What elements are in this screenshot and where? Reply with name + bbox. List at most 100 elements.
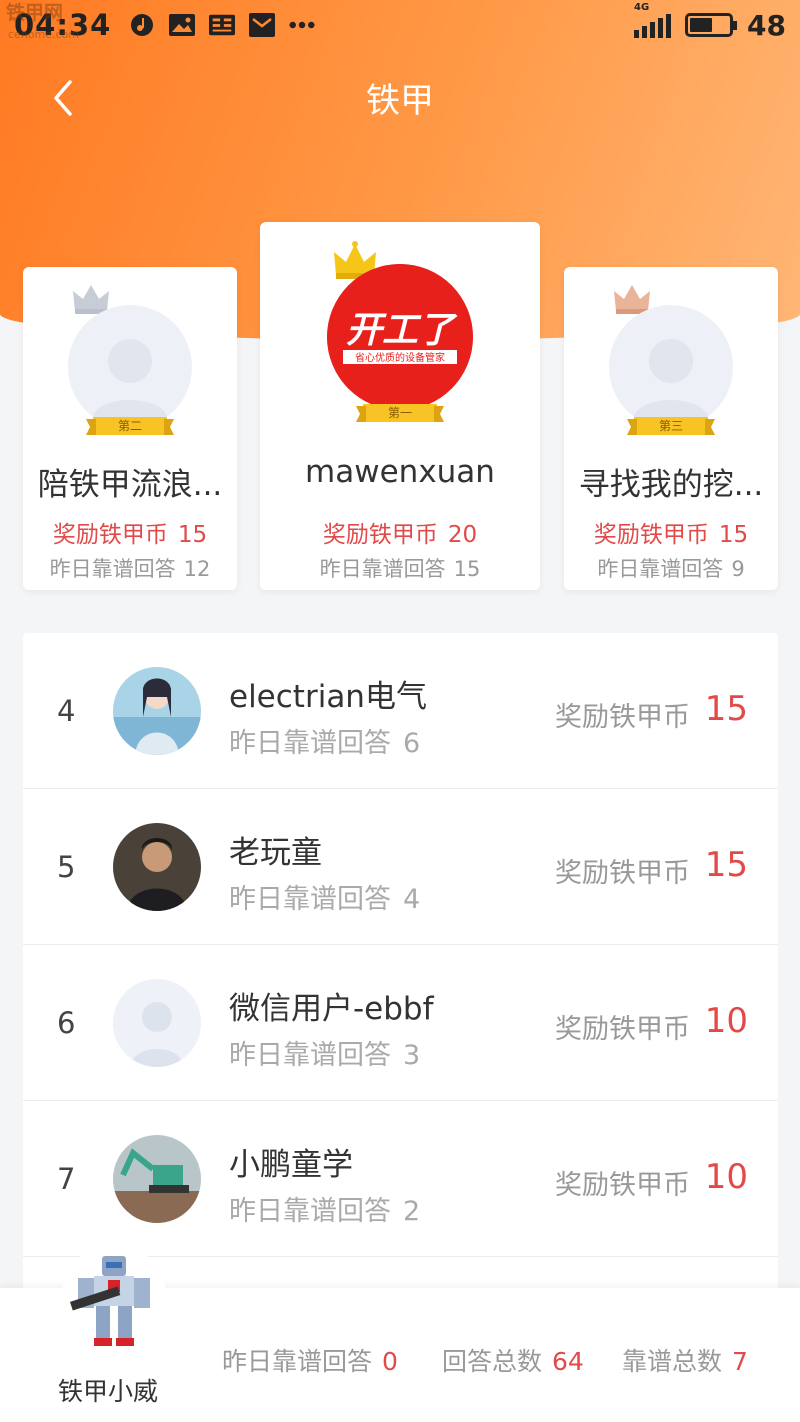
default-user-icon — [92, 339, 168, 421]
avatar — [113, 979, 201, 1067]
more-icon — [289, 12, 315, 38]
yesterday-label: 昨日靠谱回答 — [597, 557, 724, 581]
yesterday-count: 昨日靠谱回答 2 — [229, 1189, 420, 1228]
user-name: 小鹏童学 — [229, 1147, 353, 1183]
battery-icon — [685, 13, 738, 37]
news-icon — [209, 12, 236, 38]
watermark-logo: 铁甲网 — [6, 2, 64, 24]
reward-label: 奖励铁甲币 — [555, 1014, 690, 1045]
podium-name: 陪铁甲流浪... — [37, 467, 223, 503]
reward-value: 15 — [177, 522, 208, 548]
yesterday-value: 12 — [183, 557, 211, 581]
photo-icon — [169, 12, 196, 38]
yesterday-value: 3 — [403, 1040, 421, 1071]
reward-label: 奖励铁甲币 — [593, 522, 709, 548]
mail-icon — [249, 12, 276, 38]
list-item[interactable]: 6 微信用户-ebbf 昨日靠谱回答 3 奖励铁甲币 10 — [23, 945, 778, 1101]
podium-card-third[interactable]: 第三 寻找我的挖... 奖励铁甲币 15 昨日靠谱回答 9 — [564, 267, 778, 590]
stat-value: 0 — [382, 1347, 398, 1376]
ranking-list: 4 electrian电气 昨日靠谱回答 6 奖励铁甲币 15 5 老玩童 昨日靠… — [23, 633, 778, 1293]
avatar: 开工了 省心优质的设备管家 — [327, 264, 473, 410]
rank-ribbon: 第一 — [363, 404, 437, 422]
stat-value: 64 — [552, 1347, 584, 1376]
default-user-icon — [113, 979, 201, 1067]
podium-reward: 奖励铁甲币 20 — [260, 515, 540, 549]
user-name: 微信用户-ebbf — [229, 991, 434, 1027]
podium-yesterday: 昨日靠谱回答 12 — [23, 553, 237, 583]
yesterday-label: 昨日靠谱回答 — [229, 1040, 391, 1071]
status-bar: 铁甲网 cehome.com 04:34 4G 48 — [0, 0, 800, 50]
reward-value: 15 — [704, 845, 748, 885]
watermark-url: cehome.com — [8, 28, 79, 41]
logo-subtext: 省心优质的设备管家 — [355, 351, 445, 364]
yesterday-label: 昨日靠谱回答 — [229, 884, 391, 915]
reward-label: 奖励铁甲币 — [322, 522, 438, 548]
yesterday-label: 昨日靠谱回答 — [229, 1196, 391, 1227]
list-item[interactable]: 7 小鹏童学 昨日靠谱回答 2 奖励铁甲币 10 — [23, 1101, 778, 1257]
yesterday-label: 昨日靠谱回答 — [49, 557, 176, 581]
user-photo-icon — [113, 823, 201, 911]
reward-value: 20 — [447, 522, 478, 548]
rank-number: 7 — [57, 1162, 76, 1196]
avatar — [609, 305, 733, 429]
nav-bar: 铁甲 — [0, 62, 800, 132]
my-stats-bar: 铁甲小威 昨日靠谱回答 0 回答总数 64 靠谱总数 7 — [0, 1244, 800, 1422]
rank-number: 5 — [57, 850, 76, 884]
yesterday-count: 昨日靠谱回答 4 — [229, 877, 420, 916]
stat-value: 7 — [732, 1347, 748, 1376]
reward-label: 奖励铁甲币 — [555, 858, 690, 889]
podium-yesterday: 昨日靠谱回答 15 — [260, 553, 540, 583]
reward-value: 10 — [704, 1001, 748, 1041]
yesterday-value: 2 — [403, 1196, 421, 1227]
yesterday-value: 4 — [403, 884, 421, 915]
podium-reward: 奖励铁甲币 15 — [564, 515, 778, 549]
podium-card-second[interactable]: 第二 陪铁甲流浪... 奖励铁甲币 15 昨日靠谱回答 12 — [23, 267, 237, 590]
yesterday-label: 昨日靠谱回答 — [229, 728, 391, 759]
stat-label: 回答总数 — [442, 1347, 543, 1376]
back-button[interactable] — [44, 76, 88, 120]
rank-number: 6 — [57, 1006, 76, 1040]
reward-label: 奖励铁甲币 — [52, 522, 168, 548]
list-item[interactable]: 4 electrian电气 昨日靠谱回答 6 奖励铁甲币 15 — [23, 633, 778, 789]
robot-mascot-icon — [69, 1256, 150, 1346]
user-name: 老玩童 — [229, 835, 322, 871]
my-reliable-stat: 靠谱总数 7 — [622, 1342, 748, 1378]
my-yesterday-stat: 昨日靠谱回答 0 — [222, 1342, 398, 1378]
network-type: 4G — [634, 2, 650, 13]
reward-label: 奖励铁甲币 — [555, 702, 690, 733]
avatar — [113, 667, 201, 755]
reward-value: 15 — [718, 522, 749, 548]
stat-label: 昨日靠谱回答 — [222, 1347, 373, 1376]
reward-value: 15 — [704, 689, 748, 729]
rank-ribbon: 第二 — [93, 417, 167, 435]
yesterday-count: 昨日靠谱回答 3 — [229, 1033, 420, 1072]
avatar — [68, 305, 192, 429]
yesterday-value: 9 — [731, 557, 745, 581]
podium-yesterday: 昨日靠谱回答 9 — [564, 553, 778, 583]
list-item[interactable]: 5 老玩童 昨日靠谱回答 4 奖励铁甲币 15 — [23, 789, 778, 945]
yesterday-count: 昨日靠谱回答 6 — [229, 721, 420, 760]
podium-name: 寻找我的挖... — [578, 467, 764, 503]
podium-name: mawenxuan — [305, 454, 495, 490]
avatar — [113, 823, 201, 911]
my-name: 铁甲小威 — [58, 1377, 159, 1406]
yesterday-value: 6 — [403, 728, 421, 759]
chevron-left-icon — [54, 80, 72, 116]
user-name: electrian电气 — [229, 679, 427, 715]
kaigongle-logo: 开工了 省心优质的设备管家 — [327, 264, 473, 410]
battery-level: 48 — [747, 8, 786, 42]
reward-value: 10 — [704, 1157, 748, 1197]
my-total-stat: 回答总数 64 — [442, 1342, 584, 1378]
podium-reward: 奖励铁甲币 15 — [23, 515, 237, 549]
signal-icon: 4G — [634, 2, 672, 38]
avatar — [113, 1135, 201, 1223]
reward-label: 奖励铁甲币 — [555, 1170, 690, 1201]
user-photo-icon — [113, 667, 201, 755]
rank-ribbon: 第三 — [634, 417, 708, 435]
logo-text: 开工了 — [346, 310, 458, 351]
stat-label: 靠谱总数 — [622, 1347, 723, 1376]
podium-card-first[interactable]: 开工了 省心优质的设备管家 第一 mawenxuan 奖励铁甲币 20 昨日靠谱回… — [260, 222, 540, 590]
yesterday-value: 15 — [453, 557, 481, 581]
yesterday-label: 昨日靠谱回答 — [319, 557, 446, 581]
page-title: 铁甲 — [366, 80, 434, 121]
